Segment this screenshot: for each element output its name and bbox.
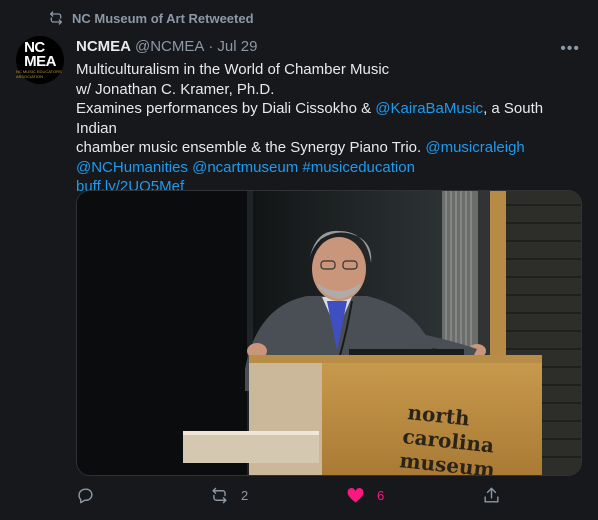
lecture-photo: north carolina museum <box>77 191 581 475</box>
tweet-media-photo[interactable]: north carolina museum <box>76 190 582 476</box>
author-handle[interactable]: @NCMEA <box>135 38 204 55</box>
tweet-text-span: Examines performances by Diali Cissokho … <box>76 100 376 117</box>
tweet-actions: 2 6 <box>76 486 516 508</box>
tweet[interactable]: NC Museum of Art Retweeted NC MEA NC MUSI… <box>0 0 598 520</box>
avatar[interactable]: NC MEA NC MUSIC EDUCATORS ASSOCIATION <box>16 36 64 84</box>
mention-kairabamusic[interactable]: @KairaBaMusic <box>375 100 483 117</box>
share-icon <box>484 487 499 503</box>
share-button[interactable] <box>482 486 501 505</box>
tweet-text: Multiculturalism in the World of Chamber… <box>76 60 586 197</box>
header-separator: · <box>208 38 214 55</box>
tweet-line-4: chamber music ensemble & the Synergy Pia… <box>76 138 586 158</box>
more-options-icon[interactable]: ••• <box>560 40 580 58</box>
like-count: 6 <box>377 488 385 503</box>
retweet-icon <box>212 487 227 504</box>
avatar-logo-subtext: NC MUSIC EDUCATORS ASSOCIATION <box>16 69 62 79</box>
tweet-line-3: Examines performances by Diali Cissokho … <box>76 99 586 138</box>
tweet-date[interactable]: Jul 29 <box>217 38 257 55</box>
retweet-banner-text[interactable]: NC Museum of Art Retweeted <box>72 11 254 26</box>
mention-nchumanities[interactable]: @NCHumanities <box>76 159 188 176</box>
tweet-line-1: Multiculturalism in the World of Chamber… <box>76 61 390 78</box>
avatar-logo: NC MEA <box>24 39 56 70</box>
reply-button[interactable] <box>76 486 107 505</box>
tweet-header: NCMEA @NCMEA · Jul 29 <box>76 38 257 55</box>
mention-ncartmuseum[interactable]: @ncartmuseum <box>192 159 298 176</box>
tweet-text-span: chamber music ensemble & the Synergy Pia… <box>76 139 426 156</box>
retweet-banner: NC Museum of Art Retweeted <box>48 10 254 26</box>
tweet-line-2: w/ Jonathan C. Kramer, Ph.D. <box>76 80 275 98</box>
reply-icon <box>78 488 93 504</box>
heart-filled-icon <box>347 487 364 503</box>
retweet-icon <box>50 11 62 25</box>
author-name[interactable]: NCMEA <box>76 38 131 55</box>
tweet-line-5: @NCHumanities @ncartmuseum #musiceducati… <box>76 158 586 178</box>
retweet-count: 2 <box>241 488 249 503</box>
retweet-button[interactable]: 2 <box>210 486 248 505</box>
mention-musicraleigh[interactable]: @musicraleigh <box>425 139 524 156</box>
hashtag-musiceducation[interactable]: #musiceducation <box>302 159 415 176</box>
like-button[interactable]: 6 <box>346 486 384 505</box>
